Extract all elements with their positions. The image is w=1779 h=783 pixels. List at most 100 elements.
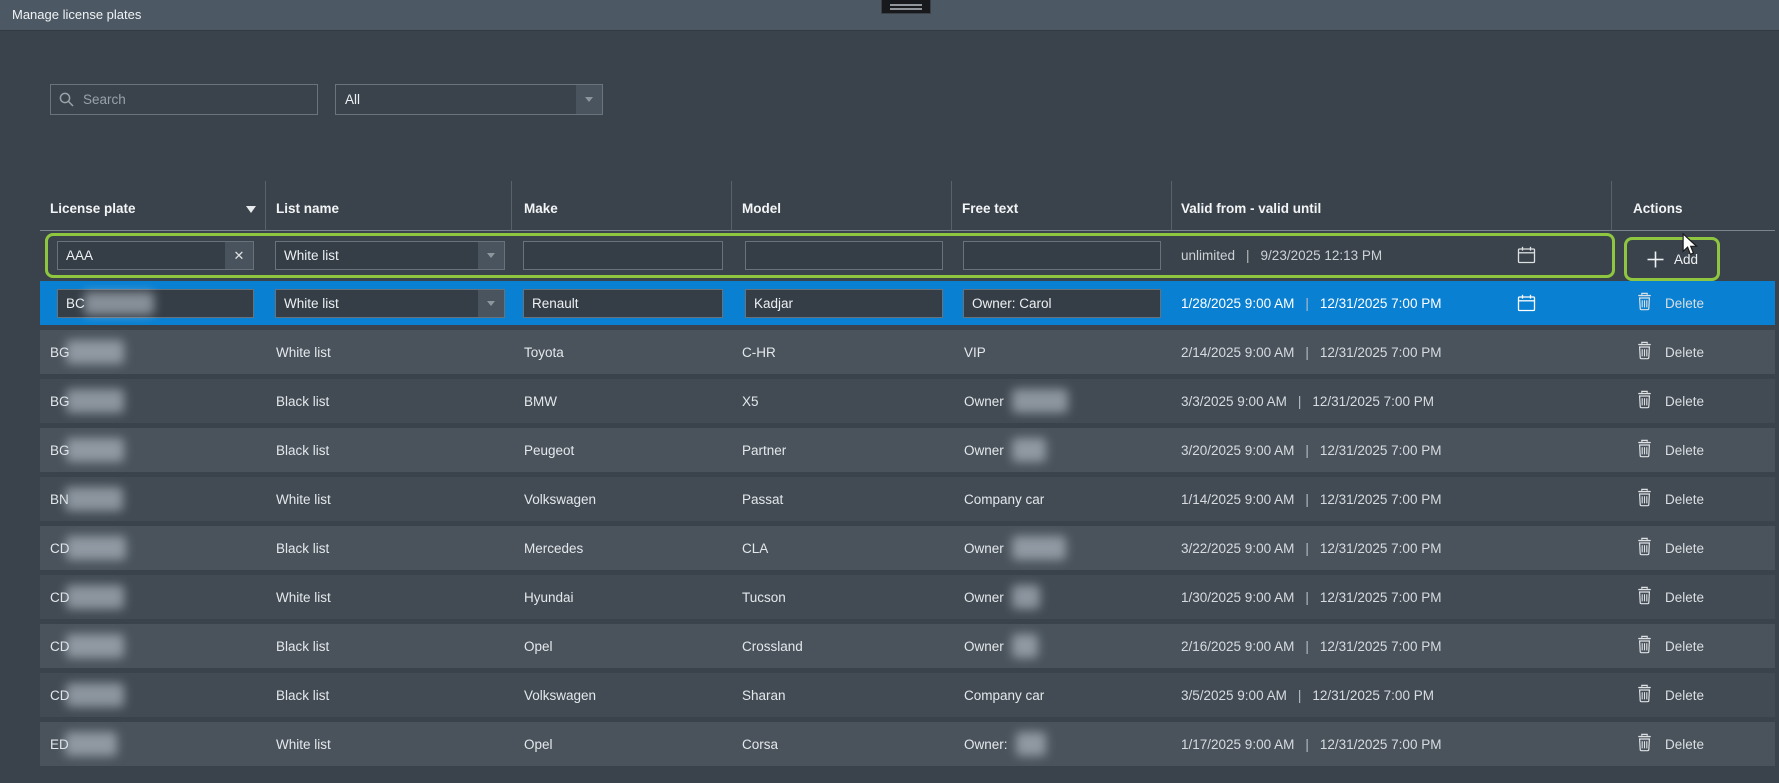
row-list-dropdown[interactable]: White list bbox=[275, 289, 505, 318]
plate-cell: CD bbox=[50, 526, 126, 570]
delete-button[interactable]: Delete bbox=[1636, 722, 1704, 766]
range-separator: | bbox=[1305, 443, 1309, 458]
table-row[interactable]: CDBlack listOpelCrosslandOwner2/16/2025 … bbox=[40, 624, 1775, 668]
redacted-blur bbox=[84, 292, 154, 315]
row-make-input[interactable] bbox=[523, 289, 723, 318]
redacted-blur bbox=[66, 585, 124, 609]
model-cell-text: Partner bbox=[742, 443, 786, 458]
valid-from: 2/16/2025 9:00 AM bbox=[1181, 639, 1294, 654]
validity-range: 1/28/2025 9:00 AM|12/31/2025 7:00 PM bbox=[1181, 281, 1441, 325]
column-header-valid-from-valid-until[interactable]: Valid from - valid until bbox=[1181, 201, 1321, 216]
table-row[interactable]: CDBlack listMercedesCLAOwner3/22/2025 9:… bbox=[40, 526, 1775, 570]
valid-from: 3/22/2025 9:00 AM bbox=[1181, 541, 1294, 556]
model-cell-text: X5 bbox=[742, 394, 759, 409]
valid-until: 9/23/2025 12:13 PM bbox=[1261, 248, 1383, 263]
trash-icon bbox=[1636, 390, 1653, 412]
delete-button[interactable]: Delete bbox=[1636, 673, 1704, 717]
free-text-cell: Owner bbox=[964, 526, 1066, 570]
clear-icon[interactable]: ✕ bbox=[225, 242, 253, 269]
model-cell-text: Sharan bbox=[742, 688, 786, 703]
trash-icon bbox=[1636, 733, 1653, 755]
delete-button[interactable]: Delete bbox=[1636, 624, 1704, 668]
table-row[interactable]: BGBlack listPeugeotPartnerOwner3/20/2025… bbox=[40, 428, 1775, 472]
column-header-actions[interactable]: Actions bbox=[1633, 201, 1683, 216]
add-list-dropdown[interactable]: White list bbox=[275, 241, 505, 270]
delete-button[interactable]: Delete bbox=[1636, 281, 1704, 325]
add-model-input[interactable] bbox=[745, 241, 943, 270]
redacted-blur bbox=[66, 340, 124, 364]
model-cell-text: CLA bbox=[742, 541, 768, 556]
validity-range: 2/16/2025 9:00 AM|12/31/2025 7:00 PM bbox=[1181, 624, 1441, 668]
column-header-list-name[interactable]: List name bbox=[276, 201, 339, 216]
delete-button[interactable]: Delete bbox=[1636, 477, 1704, 521]
list-name-cell: Black list bbox=[276, 673, 329, 717]
make-cell: Opel bbox=[524, 722, 553, 766]
list-name-cell-text: Black list bbox=[276, 394, 329, 409]
delete-button[interactable]: Delete bbox=[1636, 526, 1704, 570]
delete-button[interactable]: Delete bbox=[1636, 428, 1704, 472]
redacted-blur bbox=[1012, 634, 1038, 658]
make-cell-text: Volkswagen bbox=[524, 492, 596, 507]
chevron-down-icon[interactable] bbox=[478, 242, 504, 269]
plate-cell: CD bbox=[50, 624, 124, 668]
column-separator bbox=[1171, 181, 1172, 230]
chevron-down-icon[interactable] bbox=[478, 290, 504, 317]
column-header-free-text[interactable]: Free text bbox=[962, 201, 1018, 216]
validity-range: 1/30/2025 9:00 AM|12/31/2025 7:00 PM bbox=[1181, 575, 1441, 619]
redacted-blur bbox=[65, 487, 123, 511]
model-cell-text: C-HR bbox=[742, 345, 776, 360]
panel-collapse-handle[interactable] bbox=[881, 0, 931, 14]
chevron-down-glyph bbox=[487, 301, 495, 306]
add-free-text-input[interactable] bbox=[963, 241, 1161, 270]
calendar-icon[interactable] bbox=[1517, 294, 1536, 315]
valid-from: 1/28/2025 9:00 AM bbox=[1181, 296, 1294, 311]
valid-until: 12/31/2025 7:00 PM bbox=[1320, 296, 1442, 311]
row-model-input[interactable] bbox=[745, 289, 943, 318]
column-header-make[interactable]: Make bbox=[524, 201, 558, 216]
table-row[interactable]: BGBlack listBMWX5Owner3/3/2025 9:00 AM|1… bbox=[40, 379, 1775, 423]
free-text-cell: Owner bbox=[964, 624, 1038, 668]
list-name-cell: White list bbox=[276, 477, 331, 521]
table-row[interactable]: EDWhite listOpelCorsaOwner:1/17/2025 9:0… bbox=[40, 722, 1775, 766]
sort-descending-icon[interactable] bbox=[246, 206, 256, 213]
range-separator: | bbox=[1246, 248, 1250, 263]
model-cell: Partner bbox=[742, 428, 786, 472]
search-box[interactable] bbox=[50, 84, 318, 115]
delete-button[interactable]: Delete bbox=[1636, 330, 1704, 374]
list-name-cell: White list bbox=[276, 330, 331, 374]
range-separator: | bbox=[1305, 737, 1309, 752]
list-name-cell-text: Black list bbox=[276, 688, 329, 703]
free-text: VIP bbox=[964, 345, 986, 360]
add-make-input[interactable] bbox=[523, 241, 723, 270]
row-free-text-input[interactable] bbox=[963, 289, 1161, 318]
add-plate-field[interactable]: ✕ bbox=[57, 241, 254, 270]
chevron-down-icon[interactable] bbox=[576, 85, 602, 114]
trash-icon bbox=[1636, 537, 1653, 559]
search-input[interactable] bbox=[81, 91, 309, 108]
trash-icon bbox=[1636, 635, 1653, 657]
column-header-license-plate[interactable]: License plate bbox=[50, 201, 136, 216]
redacted-blur bbox=[66, 536, 126, 560]
validity-range: 3/22/2025 9:00 AM|12/31/2025 7:00 PM bbox=[1181, 526, 1441, 570]
calendar-icon[interactable] bbox=[1517, 246, 1536, 267]
delete-button-label: Delete bbox=[1665, 541, 1704, 556]
row-plate-field[interactable] bbox=[57, 289, 254, 318]
make-cell: Mercedes bbox=[524, 526, 583, 570]
list-filter-dropdown[interactable]: All bbox=[335, 84, 603, 115]
table-row[interactable]: CDBlack listVolkswagenSharanCompany car3… bbox=[40, 673, 1775, 717]
make-cell: Hyundai bbox=[524, 575, 574, 619]
redacted-blur bbox=[1012, 536, 1066, 560]
delete-button[interactable]: Delete bbox=[1636, 379, 1704, 423]
table-row[interactable]: CDWhite listHyundaiTucsonOwner1/30/2025 … bbox=[40, 575, 1775, 619]
table-row[interactable]: BNWhite listVolkswagenPassatCompany car1… bbox=[40, 477, 1775, 521]
trash-icon bbox=[1636, 684, 1653, 706]
table-row[interactable]: White list 1/28/2025 9:00 AM|12/31/2025 7… bbox=[40, 281, 1775, 325]
delete-button[interactable]: Delete bbox=[1636, 575, 1704, 619]
add-plate-input[interactable] bbox=[58, 242, 225, 269]
valid-from: 1/30/2025 9:00 AM bbox=[1181, 590, 1294, 605]
add-button[interactable]: Add bbox=[1624, 237, 1720, 281]
free-text: Owner bbox=[964, 639, 1004, 654]
free-text-cell: Owner bbox=[964, 575, 1040, 619]
table-row[interactable]: BGWhite listToyotaC-HRVIP2/14/2025 9:00 … bbox=[40, 330, 1775, 374]
column-header-model[interactable]: Model bbox=[742, 201, 781, 216]
